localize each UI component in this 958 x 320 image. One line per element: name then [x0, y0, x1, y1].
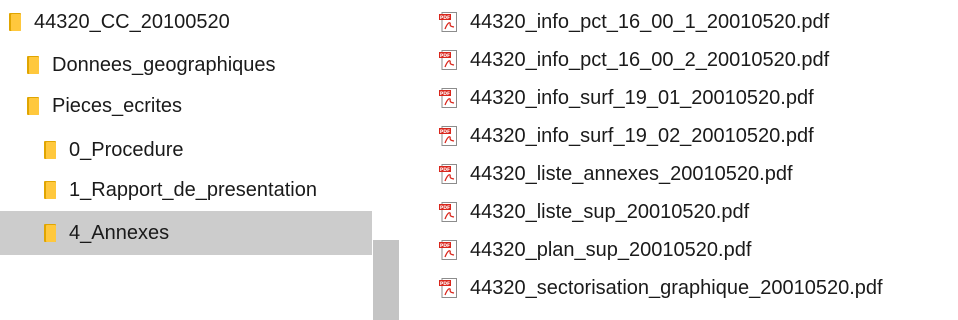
tree-item-label: Pieces_ecrites	[52, 95, 183, 117]
file-item[interactable]: PDF 44320_info_surf_19_02_20010520.pdf	[439, 119, 814, 153]
svg-text:PDF: PDF	[440, 205, 450, 211]
pdf-file-icon: PDF	[439, 202, 457, 222]
tree-item-1-rapport-de-presentation[interactable]: 1_Rapport_de_presentation	[0, 171, 414, 209]
svg-text:PDF: PDF	[440, 129, 450, 135]
tree-item-label: 1_Rapport_de_presentation	[69, 179, 317, 201]
file-explorer-window: 44320_CC_20100520 Donnees_geographiques …	[0, 0, 958, 320]
nav-scrollbar[interactable]	[372, 0, 399, 320]
svg-text:PDF: PDF	[440, 243, 450, 249]
file-name: 44320_info_surf_19_01_20010520.pdf	[470, 87, 814, 109]
file-item[interactable]: PDF 44320_info_surf_19_01_20010520.pdf	[439, 81, 814, 115]
pdf-file-icon: PDF	[439, 12, 457, 32]
file-name: 44320_sectorisation_graphique_20010520.p…	[470, 277, 883, 299]
folder-icon	[44, 181, 56, 199]
pdf-file-icon: PDF	[439, 278, 457, 298]
file-name: 44320_info_surf_19_02_20010520.pdf	[470, 125, 814, 147]
file-item[interactable]: PDF 44320_info_pct_16_00_2_20010520.pdf	[439, 43, 829, 77]
file-name: 44320_info_pct_16_00_2_20010520.pdf	[470, 49, 830, 71]
folder-icon	[44, 224, 56, 242]
pdf-file-icon: PDF	[439, 240, 457, 260]
tree-item-label: 4_Annexes	[69, 222, 170, 244]
file-item[interactable]: PDF 44320_sectorisation_graphique_200105…	[439, 271, 883, 305]
file-item[interactable]: PDF 44320_liste_annexes_20010520.pdf	[439, 157, 793, 191]
tree-item-label: 0_Procedure	[69, 139, 184, 161]
tree-item-label: Donnees_geographiques	[52, 54, 276, 76]
file-name: 44320_plan_sup_20010520.pdf	[470, 239, 752, 261]
file-name: 44320_liste_annexes_20010520.pdf	[470, 163, 793, 185]
tree-item-donnees-geographiques[interactable]: Donnees_geographiques	[0, 46, 397, 84]
tree-item-0-procedure[interactable]: 0_Procedure	[0, 131, 414, 169]
file-item[interactable]: PDF 44320_info_pct_16_00_1_20010520.pdf	[439, 5, 829, 39]
pdf-file-icon: PDF	[439, 164, 457, 184]
folder-icon	[27, 56, 39, 74]
tree-item-label: 44320_CC_20100520	[34, 11, 230, 33]
svg-text:PDF: PDF	[440, 167, 450, 173]
svg-text:PDF: PDF	[440, 91, 450, 97]
folder-icon	[9, 13, 21, 31]
navigation-tree: 44320_CC_20100520 Donnees_geographiques …	[0, 0, 414, 320]
scrollbar-thumb[interactable]	[373, 240, 399, 320]
tree-item-44320-cc-20100520[interactable]: 44320_CC_20100520	[0, 3, 379, 41]
pdf-file-icon: PDF	[439, 126, 457, 146]
svg-text:PDF: PDF	[440, 53, 450, 59]
file-name: 44320_info_pct_16_00_1_20010520.pdf	[470, 11, 830, 33]
file-list: PDF 44320_info_pct_16_00_1_20010520.pdf …	[399, 0, 958, 320]
pdf-file-icon: PDF	[439, 50, 457, 70]
tree-item-pieces-ecrites[interactable]: Pieces_ecrites	[0, 87, 397, 125]
svg-text:PDF: PDF	[440, 15, 450, 21]
tree-item-4-annexes[interactable]: 4_Annexes	[0, 211, 414, 255]
file-item[interactable]: PDF 44320_plan_sup_20010520.pdf	[439, 233, 751, 267]
folder-icon	[44, 141, 56, 159]
file-item[interactable]: PDF 44320_liste_sup_20010520.pdf	[439, 195, 749, 229]
svg-text:PDF: PDF	[440, 281, 450, 287]
pdf-file-icon: PDF	[439, 88, 457, 108]
file-name: 44320_liste_sup_20010520.pdf	[470, 201, 750, 223]
folder-icon	[27, 97, 39, 115]
